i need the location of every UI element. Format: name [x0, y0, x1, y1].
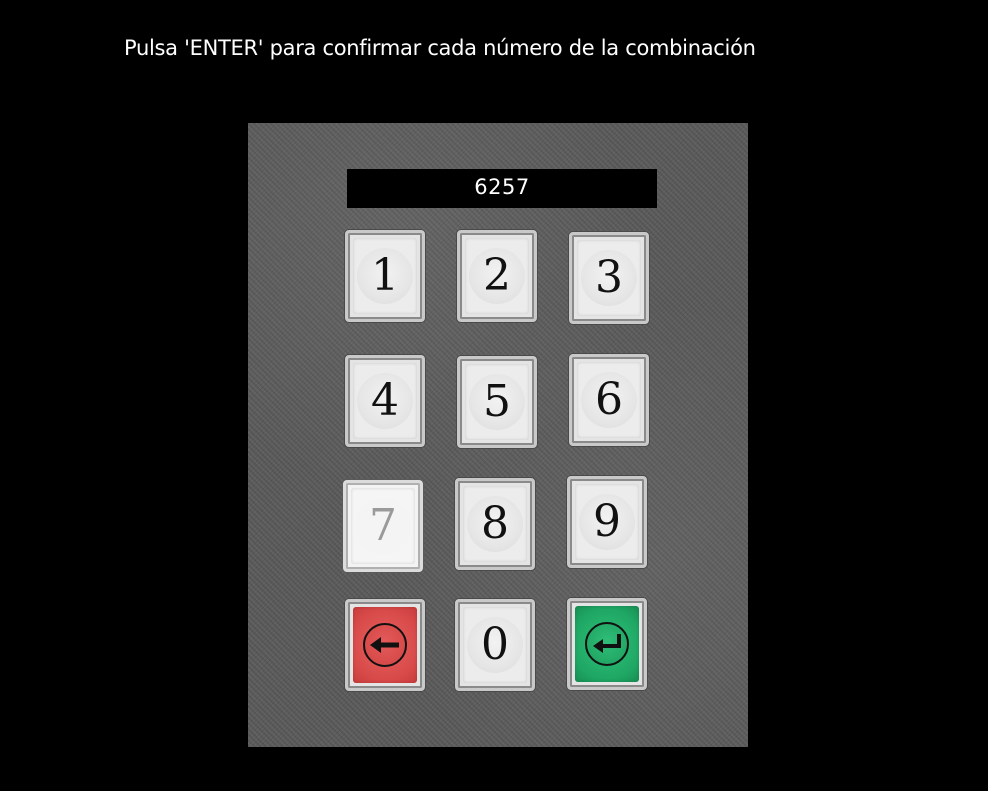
key-3[interactable]: 3 — [569, 232, 649, 324]
key-label: 2 — [483, 250, 511, 301]
key-6[interactable]: 6 — [569, 354, 649, 446]
key-label: 5 — [483, 376, 511, 427]
enter-button[interactable] — [567, 598, 647, 690]
key-label: 6 — [595, 374, 623, 425]
key-label: 8 — [481, 498, 509, 549]
backspace-button[interactable] — [345, 599, 425, 691]
key-label: 9 — [593, 496, 621, 547]
keypad-screen: Pulsa 'ENTER' para confirmar cada número… — [0, 0, 988, 791]
key-4[interactable]: 4 — [345, 355, 425, 447]
key-7[interactable]: 7 — [343, 480, 423, 572]
code-display: 6257 — [347, 169, 657, 208]
key-2[interactable]: 2 — [457, 230, 537, 322]
key-label: 7 — [369, 500, 397, 551]
key-5[interactable]: 5 — [457, 356, 537, 448]
key-label: 0 — [481, 619, 509, 670]
key-9[interactable]: 9 — [567, 476, 647, 568]
arrow-left-icon — [370, 637, 399, 653]
key-label: 3 — [595, 252, 623, 303]
key-label: 4 — [371, 375, 399, 426]
key-8[interactable]: 8 — [455, 478, 535, 570]
enter-return-icon — [593, 634, 621, 653]
key-label: 1 — [371, 250, 399, 301]
key-0[interactable]: 0 — [455, 599, 535, 691]
key-1[interactable]: 1 — [345, 230, 425, 322]
instruction-text: Pulsa 'ENTER' para confirmar cada número… — [124, 36, 756, 60]
